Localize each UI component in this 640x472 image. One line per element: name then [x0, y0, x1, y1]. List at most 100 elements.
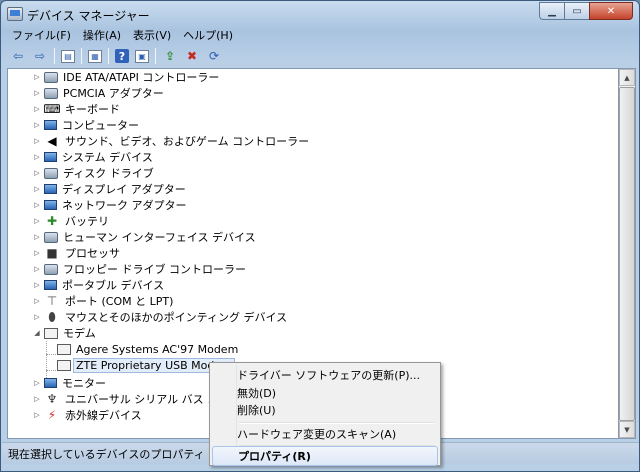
tree-item-mouse[interactable]: ▷ ⬮ マウスとそのほかのポインティング デバイス — [33, 309, 287, 325]
tree-item-label: フロッピー ドライブ コントローラー — [63, 263, 246, 276]
expand-arrow-icon[interactable]: ▷ — [33, 395, 41, 403]
close-button[interactable]: ✕ — [589, 2, 633, 20]
tree-item-disk[interactable]: ▷ ディスク ドライブ — [33, 165, 154, 181]
modem-icon — [57, 359, 71, 371]
tree-item-modem[interactable]: ◢ モデム — [33, 325, 96, 341]
port-icon: ⊤ — [46, 294, 58, 308]
tree-item-ide[interactable]: ▷ IDE ATA/ATAPI コントローラー — [33, 69, 219, 85]
tree-item-label: ディスク ドライブ — [63, 167, 154, 180]
tree-item-processor[interactable]: ▷ ■ プロセッサ — [33, 245, 120, 261]
maximize-button[interactable]: ▭ — [564, 2, 590, 20]
menu-item-scan-hardware[interactable]: ハードウェア変更のスキャン(A) — [212, 424, 438, 444]
tree-item-port[interactable]: ▷ ⊤ ポート (COM と LPT) — [33, 293, 173, 309]
tree-item-floppy[interactable]: ▷ フロッピー ドライブ コントローラー — [33, 261, 246, 277]
minimize-icon: ▁ — [548, 5, 556, 17]
expand-arrow-icon[interactable]: ▷ — [33, 169, 41, 177]
tree-item-network[interactable]: ▷ ネットワーク アダプター — [33, 197, 186, 213]
tree-item-sound[interactable]: ▷ ◀ サウンド、ビデオ、およびゲーム コントローラー — [33, 133, 309, 149]
pcmcia-icon — [44, 87, 58, 99]
scroll-thumb[interactable] — [619, 87, 635, 421]
menu-item-properties[interactable]: プロパティ(R) — [212, 446, 438, 466]
expand-arrow-icon[interactable]: ▷ — [33, 411, 41, 419]
tree-item-display[interactable]: ▷ ディスプレイ アダプター — [33, 181, 186, 197]
tree-item-label: ポータブル デバイス — [62, 279, 165, 292]
toolbar: ⇦ ⇨ ▤ ▦ ? ▣ ⇪ ✖ ⟳ — [2, 45, 639, 67]
monitor-icon — [44, 378, 57, 388]
infrared-icon: ⚡ — [47, 408, 57, 422]
tree-item-label: ディスプレイ アダプター — [62, 183, 186, 196]
chevron-down-icon: ▼ — [624, 425, 630, 434]
help-icon[interactable]: ? — [115, 49, 129, 63]
tree-item-label: IDE ATA/ATAPI コントローラー — [63, 71, 220, 84]
device-manager-app-icon — [7, 7, 23, 21]
forward-arrow-icon[interactable]: ⇨ — [32, 48, 48, 64]
expand-arrow-icon[interactable]: ▷ — [33, 379, 41, 387]
tree-item-label: Agere Systems AC'97 Modem — [76, 342, 239, 356]
tree-item-label: 赤外線デバイス — [65, 409, 142, 422]
expand-arrow-icon[interactable]: ▷ — [33, 281, 41, 289]
menu-help[interactable]: ヘルプ(H) — [177, 27, 239, 43]
portable-device-icon — [44, 280, 57, 290]
expand-arrow-icon[interactable]: ▷ — [33, 89, 41, 97]
show-hidden-icon[interactable]: ▣ — [135, 49, 149, 63]
expand-arrow-icon[interactable]: ▷ — [33, 201, 41, 209]
expand-arrow-icon[interactable]: ▷ — [33, 105, 41, 113]
tree-item-label: ポート (COM と LPT) — [65, 295, 174, 308]
tree-item-pcmcia[interactable]: ▷ PCMCIA アダプター — [33, 85, 163, 101]
window-title: デバイス マネージャー — [27, 9, 150, 23]
toolbar-separator — [54, 48, 55, 64]
expand-arrow-icon[interactable]: ▷ — [33, 233, 41, 241]
update-driver-icon[interactable]: ⇪ — [162, 48, 178, 64]
toolbar-separator — [155, 48, 156, 64]
uninstall-icon[interactable]: ✖ — [184, 48, 200, 64]
computer-icon — [44, 120, 57, 130]
collapse-arrow-icon[interactable]: ◢ — [33, 329, 41, 337]
scroll-down-button[interactable]: ▼ — [619, 421, 635, 438]
tree-item-label: コンピューター — [62, 119, 139, 132]
tree-item-label: ヒューマン インターフェイス デバイス — [63, 231, 256, 244]
tree-item-label: バッテリ — [65, 215, 109, 228]
hid-icon — [44, 231, 58, 243]
vertical-scrollbar[interactable]: ▲ ▼ — [619, 68, 636, 439]
tree-item-agere-modem[interactable]: Agere Systems AC'97 Modem — [57, 341, 238, 357]
expand-arrow-icon[interactable]: ▷ — [33, 297, 41, 305]
minimize-button[interactable]: ▁ — [539, 2, 565, 20]
back-arrow-icon[interactable]: ⇦ — [10, 48, 26, 64]
maximize-icon: ▭ — [572, 5, 582, 17]
expand-arrow-icon[interactable]: ▷ — [33, 121, 41, 129]
expand-arrow-icon[interactable]: ▷ — [33, 137, 41, 145]
tree-item-monitor[interactable]: ▷ モニター — [33, 375, 106, 391]
menu-action[interactable]: 操作(A) — [77, 27, 127, 43]
scroll-up-button[interactable]: ▲ — [619, 69, 635, 86]
tree-item-keyboard[interactable]: ▷ ⌨ キーボード — [33, 101, 120, 117]
speaker-icon: ◀ — [47, 134, 57, 148]
expand-arrow-icon[interactable]: ▷ — [33, 73, 41, 81]
tree-item-hid[interactable]: ▷ ヒューマン インターフェイス デバイス — [33, 229, 256, 245]
tree-item-system[interactable]: ▷ システム デバイス — [33, 149, 153, 165]
tree-item-label: モデム — [63, 327, 96, 340]
scan-hardware-icon[interactable]: ⟳ — [206, 48, 222, 64]
tree-item-label: プロセッサ — [65, 247, 120, 260]
tree-item-computer[interactable]: ▷ コンピューター — [33, 117, 139, 133]
expand-arrow-icon[interactable]: ▷ — [33, 265, 41, 273]
expand-arrow-icon[interactable]: ▷ — [33, 217, 41, 225]
expand-arrow-icon[interactable]: ▷ — [33, 185, 41, 193]
expand-arrow-icon[interactable]: ▷ — [33, 249, 41, 257]
chevron-up-icon: ▲ — [624, 73, 630, 82]
menu-item-uninstall[interactable]: 削除(U) — [212, 400, 438, 420]
menu-item-update-driver[interactable]: ドライバー ソフトウェアの更新(P)... — [212, 365, 438, 385]
view-icon[interactable]: ▦ — [88, 49, 102, 63]
expand-arrow-icon[interactable]: ▷ — [33, 153, 41, 161]
tree-item-infrared[interactable]: ▷ ⚡ 赤外線デバイス — [33, 407, 142, 423]
tree-item-label: システム デバイス — [62, 151, 153, 164]
expand-arrow-icon[interactable]: ▷ — [33, 313, 41, 321]
tree-item-battery[interactable]: ▷ ✚ バッテリ — [33, 213, 109, 229]
window-controls: ▁ ▭ ✕ — [539, 2, 633, 20]
processor-icon: ■ — [46, 246, 58, 260]
menu-view[interactable]: 表示(V) — [127, 27, 177, 43]
menu-file[interactable]: ファイル(F) — [6, 27, 77, 43]
keyboard-icon: ⌨ — [43, 102, 61, 116]
display-adapter-icon — [44, 184, 57, 194]
properties-window-icon[interactable]: ▤ — [61, 49, 75, 63]
tree-item-portable[interactable]: ▷ ポータブル デバイス — [33, 277, 164, 293]
